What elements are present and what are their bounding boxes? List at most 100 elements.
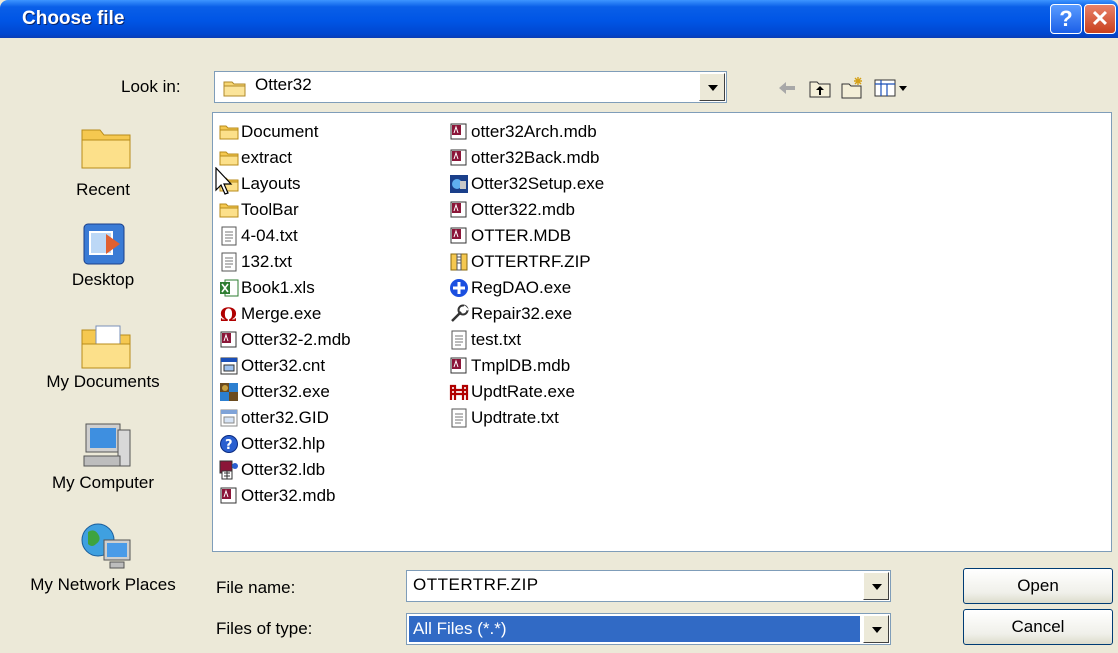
place-label-my-computer: My Computer: [51, 473, 155, 492]
recent-folder-icon: [81, 129, 131, 169]
folder-icon: [219, 151, 239, 166]
access-db-icon: [450, 227, 467, 244]
list-item[interactable]: Book1.xls: [219, 276, 449, 302]
access-db-icon: [450, 123, 467, 140]
list-item[interactable]: test.txt: [449, 328, 679, 354]
svg-text:Ω: Ω: [220, 304, 237, 324]
ldb-file-icon: [219, 460, 238, 480]
place-label-recent: Recent: [76, 180, 130, 199]
choose-file-dialog: Choose file ? ✕ Look in: Otter32 Recent …: [0, 0, 1118, 653]
look-in-label: Look in:: [121, 77, 181, 96]
look-in-dropdown[interactable]: Otter32: [214, 71, 727, 103]
list-item[interactable]: ToolBar: [219, 198, 449, 224]
view-menu-icon: [874, 79, 907, 97]
list-item[interactable]: 132.txt: [219, 250, 449, 276]
zip-file-icon: [450, 253, 468, 271]
access-db-icon: [220, 331, 237, 348]
setup-exe-icon: [450, 175, 468, 193]
file-type-value: All Files (*.*): [409, 616, 860, 642]
text-file-icon: [221, 252, 237, 272]
list-item[interactable]: Layouts: [219, 172, 449, 198]
text-file-icon: [221, 226, 237, 246]
file-type-dropdown[interactable]: All Files (*.*): [406, 613, 891, 645]
close-icon: ✕: [1090, 6, 1110, 31]
window-title: Choose file: [22, 8, 125, 29]
list-item[interactable]: Otter32.cnt: [219, 354, 449, 380]
otter-exe-icon: [220, 383, 238, 401]
list-item[interactable]: Otter32Setup.exe: [449, 172, 679, 198]
places-bar: Recent Desktop My Documents My Computer …: [8, 110, 198, 645]
look-in-dropdown-arrow[interactable]: [699, 73, 725, 101]
access-db-icon: [450, 201, 467, 218]
list-item[interactable]: Repair32.exe: [449, 302, 679, 328]
place-my-computer[interactable]: My Computer: [8, 420, 198, 520]
svg-text:?: ?: [225, 438, 233, 453]
up-folder-icon[interactable]: [808, 76, 832, 100]
view-menu-button[interactable]: [873, 76, 913, 100]
list-item[interactable]: RegDAO.exe: [449, 276, 679, 302]
list-item[interactable]: Otter322.mdb: [449, 198, 679, 224]
repair-exe-icon: [451, 304, 469, 322]
text-file-icon: [451, 408, 467, 428]
list-item[interactable]: ? Otter32.hlp: [219, 432, 449, 458]
list-item[interactable]: 4-04.txt: [219, 224, 449, 250]
my-documents-icon: [81, 325, 131, 369]
file-type-label: Files of type:: [216, 619, 313, 638]
place-my-network-places[interactable]: My Network Places: [8, 520, 198, 640]
network-places-icon: [81, 523, 131, 569]
file-name-value: OTTERTRF.ZIP: [413, 575, 539, 594]
place-label-my-network-places: My Network Places: [30, 575, 176, 594]
help-icon: ?: [1059, 6, 1073, 31]
updtrate-exe-icon: [449, 384, 469, 400]
file-name-dropdown-arrow[interactable]: [863, 572, 889, 600]
place-label-desktop: Desktop: [71, 270, 135, 289]
access-db-icon: [450, 357, 467, 374]
file-name-input[interactable]: OTTERTRF.ZIP: [406, 570, 891, 602]
merge-exe-icon: Ω: [220, 304, 237, 324]
file-name-label: File name:: [216, 578, 296, 597]
list-item[interactable]: Document: [219, 120, 449, 146]
cnt-file-icon: [220, 357, 238, 375]
list-item[interactable]: Otter32-2.mdb: [219, 328, 449, 354]
place-label-my-documents: My Documents: [46, 372, 160, 391]
mouse-cursor-icon: [215, 167, 233, 195]
list-item[interactable]: otter32.GID: [219, 406, 449, 432]
place-my-documents[interactable]: My Documents: [8, 320, 198, 420]
place-recent[interactable]: Recent: [8, 120, 198, 220]
regdao-exe-icon: [450, 279, 468, 297]
desktop-icon: [83, 223, 125, 265]
list-item[interactable]: otter32Arch.mdb: [449, 120, 679, 146]
list-item[interactable]: otter32Back.mdb: [449, 146, 679, 172]
text-file-icon: [451, 330, 467, 350]
access-db-icon: [220, 487, 237, 504]
title-bar[interactable]: Choose file ? ✕: [0, 0, 1118, 38]
list-item[interactable]: Otter32.exe: [219, 380, 449, 406]
list-item[interactable]: TmplDB.mdb: [449, 354, 679, 380]
gid-file-icon: [220, 409, 238, 427]
back-arrow-icon[interactable]: [775, 76, 799, 100]
folder-icon: [223, 81, 246, 97]
open-button[interactable]: Open: [963, 568, 1113, 604]
access-db-icon: [450, 149, 467, 166]
list-item[interactable]: OTTER.MDB: [449, 224, 679, 250]
cancel-button[interactable]: Cancel: [963, 609, 1113, 645]
help-button[interactable]: ?: [1050, 4, 1082, 34]
file-list[interactable]: Document extract Layouts ToolBar 4-04.tx…: [212, 112, 1112, 552]
folder-icon: [219, 125, 239, 140]
excel-file-icon: [220, 279, 239, 297]
list-item[interactable]: Ω Merge.exe: [219, 302, 449, 328]
look-in-value: Otter32: [255, 75, 312, 94]
list-item[interactable]: Otter32.ldb: [219, 458, 449, 484]
list-item[interactable]: UpdtRate.exe: [449, 380, 679, 406]
list-item[interactable]: Otter32.mdb: [219, 484, 449, 510]
folder-icon: [219, 203, 239, 218]
list-item[interactable]: OTTERTRF.ZIP: [449, 250, 679, 276]
my-computer-icon: [83, 423, 131, 467]
file-type-dropdown-arrow[interactable]: [863, 615, 889, 643]
place-desktop[interactable]: Desktop: [8, 220, 198, 320]
list-item[interactable]: extract: [219, 146, 449, 172]
new-folder-icon[interactable]: [840, 76, 864, 100]
close-button[interactable]: ✕: [1084, 4, 1116, 34]
help-file-icon: ?: [220, 435, 238, 453]
list-item[interactable]: Updtrate.txt: [449, 406, 679, 432]
